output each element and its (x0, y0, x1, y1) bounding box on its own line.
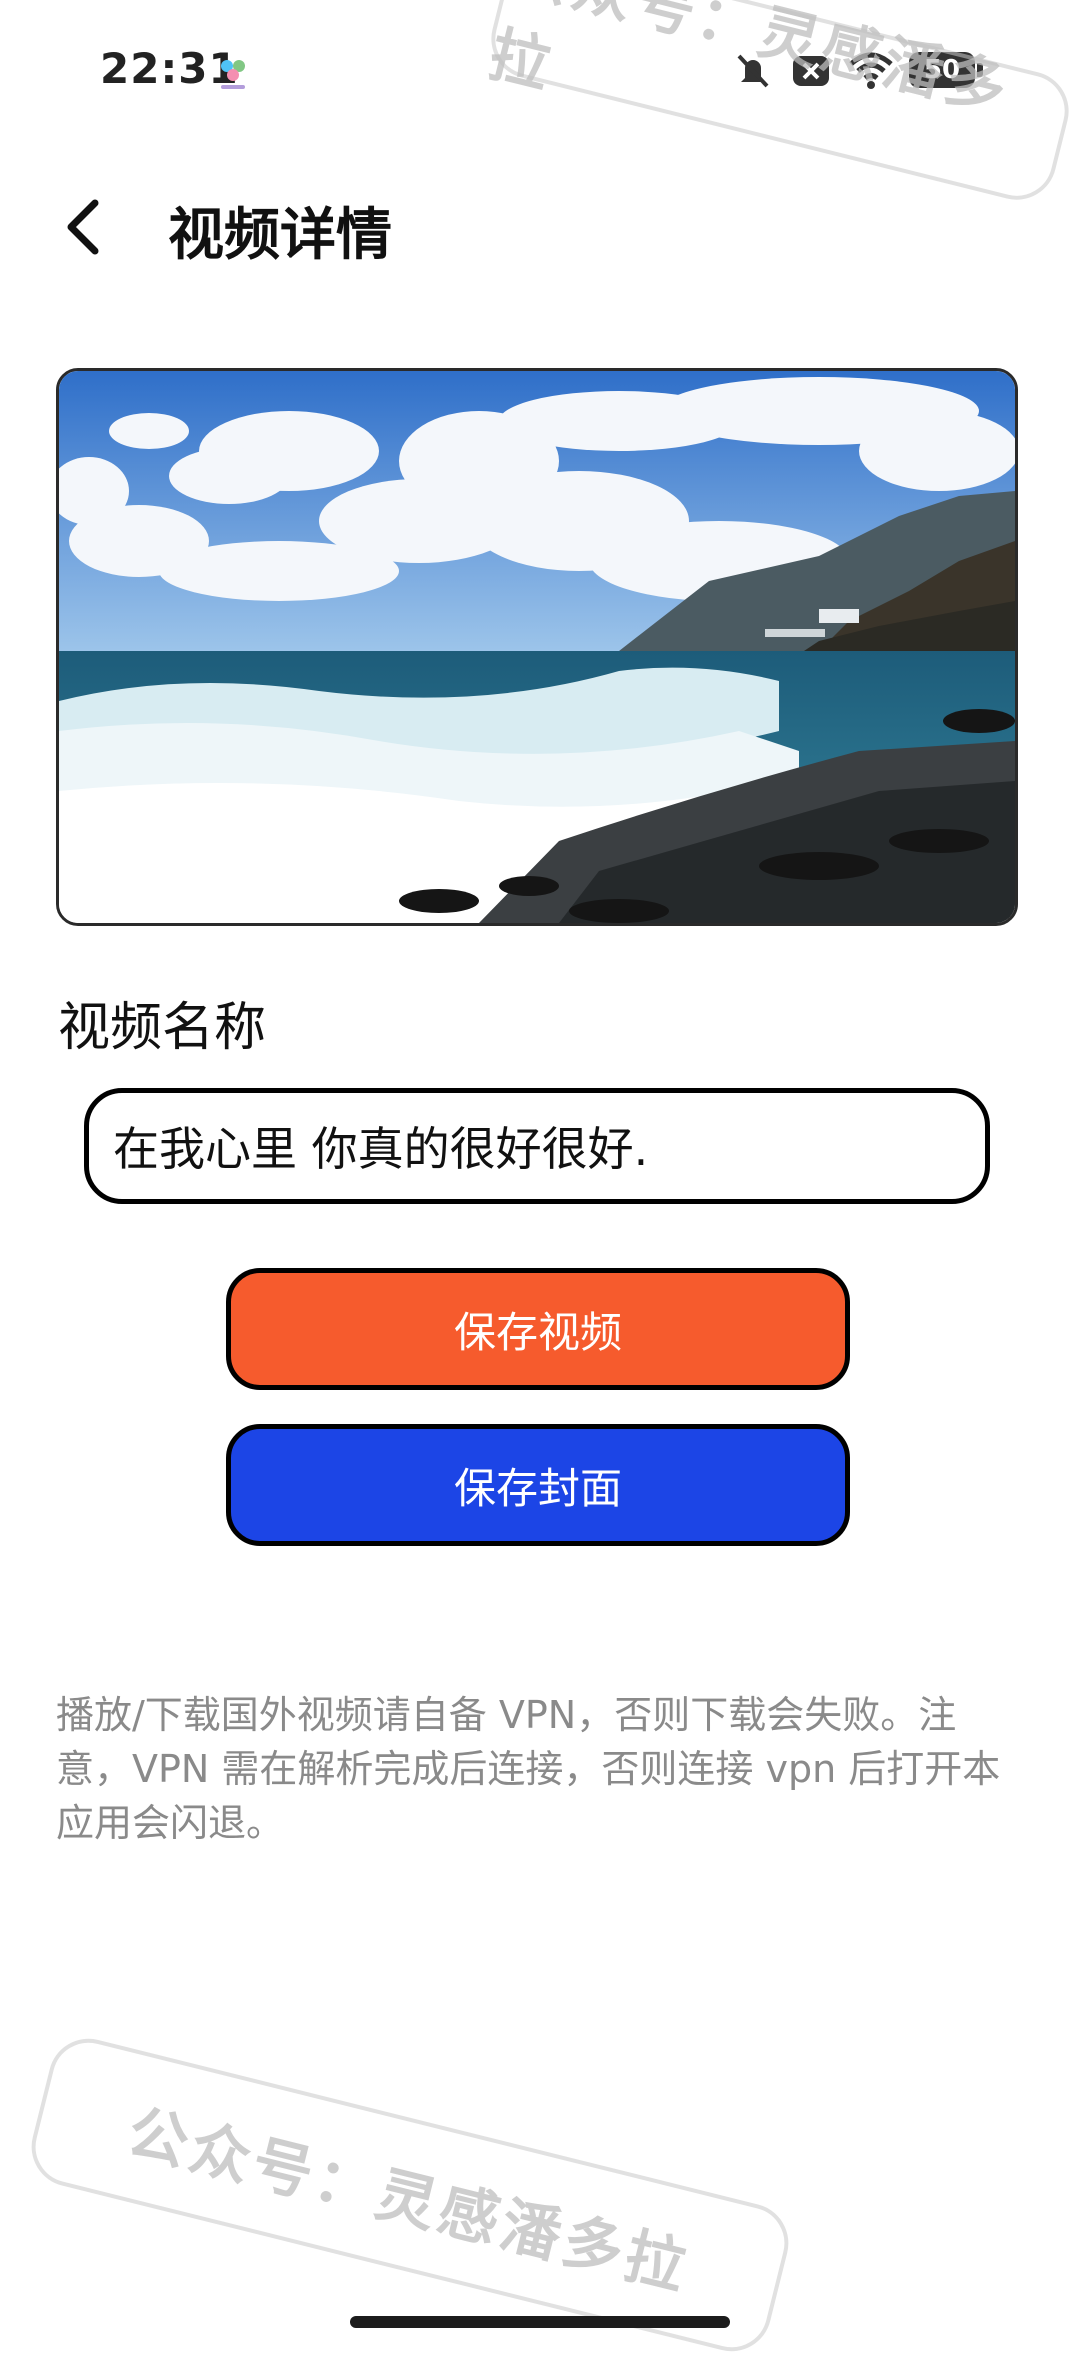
chevron-left-icon (67, 199, 99, 255)
vpn-notice-text: 播放/下载国外视频请自备 VPN，否则下载会失败。注意，VPN 需在解析完成后连… (56, 1693, 1001, 1845)
video-name-label: 视频名称 (58, 998, 267, 1058)
save-cover-button[interactable]: 保存封面 (226, 1424, 850, 1546)
home-indicator[interactable] (350, 2316, 730, 2328)
app-notification-icon (221, 60, 245, 89)
save-video-button[interactable]: 保存视频 (226, 1268, 850, 1390)
page-title: 视频详情 (168, 203, 392, 268)
back-button[interactable] (48, 192, 118, 262)
watermark-bottom: 公众号：灵感潘多拉 (23, 2030, 797, 2360)
video-thumbnail[interactable] (56, 368, 1018, 926)
video-cover-image (59, 371, 1015, 923)
video-name-input[interactable] (84, 1088, 990, 1204)
